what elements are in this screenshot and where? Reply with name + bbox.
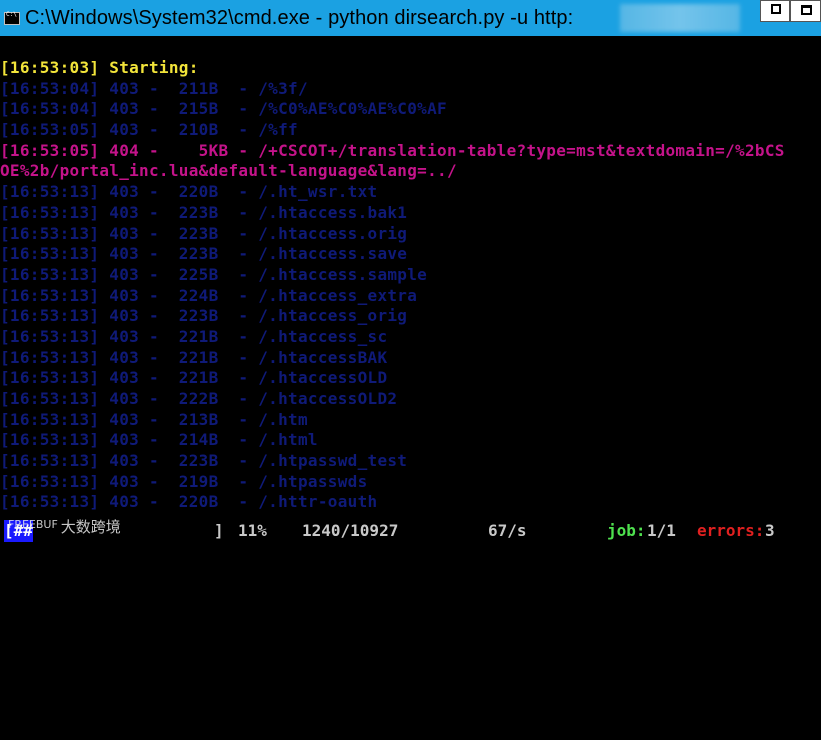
errors-value: 3 xyxy=(765,521,775,540)
console-line: [16:53:13] 403 - 221B - /.htaccessOLD xyxy=(0,368,388,388)
console-line: [16:53:13] 403 - 220B - /.httr-oauth xyxy=(0,492,378,512)
console-line: [16:53:13] 403 - 222B - /.htaccessOLD2 xyxy=(0,389,398,408)
request-rate: 67/s xyxy=(488,521,527,540)
console-line: [16:53:13] 403 - 214B - /.html xyxy=(0,430,318,450)
redacted-url xyxy=(620,4,740,32)
window-title: C:\Windows\System32\cmd.exe - python dir… xyxy=(25,6,574,29)
errors-label: errors: xyxy=(697,521,765,540)
console-line: [16:53:13] 403 - 220B - /.ht_wsr.txt xyxy=(0,182,378,202)
console-line: [16:53:13] 403 - 221B - /.htaccess_sc xyxy=(0,326,388,346)
watermark-text: 大数跨境 xyxy=(60,518,121,536)
watermark: FREEBUF 大数跨境 xyxy=(8,516,121,537)
console-line: [16:53:13] 403 - 223B - /.htpasswd_test xyxy=(0,451,408,471)
progress-count: 1240/10927 xyxy=(302,521,399,540)
console-line: [16:53:13] 403 - 225B - /.htaccess.sampl… xyxy=(0,264,428,284)
progress-percent: 11% xyxy=(238,521,267,540)
console-line: [16:53:13] 403 - 213B - /.htm xyxy=(0,409,308,429)
console-output[interactable]: [16:53:03] Starting: [16:53:04] 403 - 21… xyxy=(0,58,821,513)
console-line: [16:53:13] 403 - 221B - /.htaccessBAK xyxy=(0,347,388,367)
title-bar[interactable]: C:\Windows\System32\cmd.exe - python dir… xyxy=(0,0,821,36)
job-label: job: xyxy=(607,521,646,540)
progress-status-bar: [## ] 11% 1240/10927 67/s job: 1/1 error… xyxy=(0,520,821,542)
watermark-logo: FREEBUF xyxy=(8,518,58,531)
console-line: [16:53:13] 403 - 219B - /.htpasswds xyxy=(0,471,368,491)
console-line: [16:53:05] 403 - 210B - /%ff xyxy=(0,120,298,140)
maximize-button[interactable] xyxy=(790,0,821,22)
console-line: [16:53:03] Starting: xyxy=(0,58,209,77)
console-line: [16:53:13] 403 - 223B - /.htaccess_orig xyxy=(0,306,408,326)
console-line: [16:53:13] 403 - 223B - /.htaccess.orig xyxy=(0,223,408,243)
console-line: [16:53:13] 403 - 223B - /.htaccess.save xyxy=(0,244,408,264)
console-line: [16:53:04] 403 - 211B - /%3f/ xyxy=(0,78,308,98)
job-value: 1/1 xyxy=(647,521,676,540)
console-line: [16:53:13] 403 - 224B - /.htaccess_extra xyxy=(0,285,418,305)
console-line: OE%2b/portal_inc.lua&default-language&la… xyxy=(0,161,457,181)
console-line: [16:53:13] 403 - 223B - /.htaccess.bak1 xyxy=(0,202,408,222)
cmd-app-icon[interactable] xyxy=(4,11,20,25)
progress-bar-end: ] xyxy=(214,521,224,540)
restore-button[interactable] xyxy=(760,0,790,22)
console-line: [16:53:04] 403 - 215B - /%C0%AE%C0%AE%C0… xyxy=(0,99,447,119)
console-line: [16:53:05] 404 - 5KB - /+CSCOT+/translat… xyxy=(0,140,785,160)
